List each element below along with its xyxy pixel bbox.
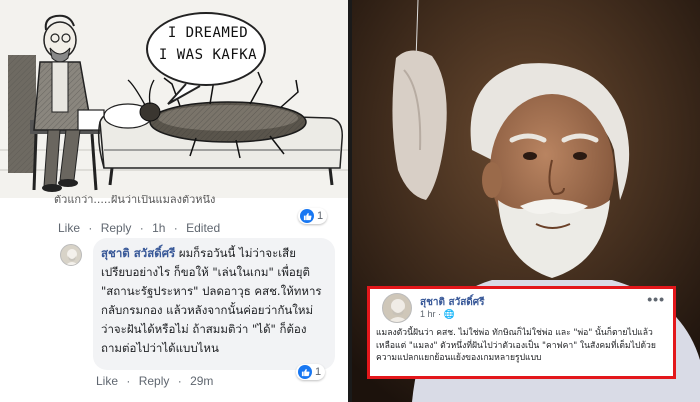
timestamp[interactable]: 29m <box>190 374 213 388</box>
post-timestamp[interactable]: 1 hr · 🌐 <box>420 309 455 320</box>
avatar[interactable] <box>382 293 412 323</box>
post-text: แมลงตัวนี้ฝันว่า คสช. ไม่ใช่พ่อ ทักษิณก็… <box>376 328 656 363</box>
reaction-count: 1 <box>317 210 324 222</box>
thumbs-up-icon <box>298 365 312 379</box>
comment-2-reaction-badge[interactable]: 1 <box>296 364 326 380</box>
kafka-cartoon: I DREAMED I WAS KAFKA <box>0 0 348 198</box>
edited-label[interactable]: Edited <box>186 221 220 235</box>
comment-1-actions: Like · Reply · 1h · Edited <box>58 221 221 235</box>
comment-author[interactable]: สุชาติ สวัสดิ์ศรี <box>101 246 175 260</box>
speech-line-1: I DREAMED <box>167 25 249 41</box>
more-options-icon[interactable]: ••• <box>647 291 665 307</box>
thumbs-up-icon <box>300 209 314 223</box>
left-panel: I DREAMED I WAS KAFKA ตัวแกว่า.....ฝันว่… <box>0 0 348 402</box>
reply-link[interactable]: Reply <box>139 374 170 388</box>
speech-bubble-text: I DREAMED I WAS KAFKA <box>158 22 258 66</box>
timestamp[interactable]: 1h <box>152 221 165 235</box>
avatar[interactable] <box>60 244 82 266</box>
reply-link[interactable]: Reply <box>101 221 132 235</box>
clipped-comment-text: ตัวแกว่า.....ฝันว่าเป็นแมลงตัวหนึ่ง <box>54 195 216 205</box>
like-link[interactable]: Like <box>96 374 118 388</box>
reaction-count: 1 <box>315 366 322 378</box>
comment-2-body: สุชาติ สวัสดิ์ศรี ผมก็รอวันนี้ ไม่ว่าจะเ… <box>101 244 325 358</box>
speech-line-2: I WAS KAFKA <box>158 47 258 63</box>
comment-1-reaction-badge[interactable]: 1 <box>298 208 328 224</box>
like-link[interactable]: Like <box>58 221 80 235</box>
comment-2-bubble: สุชาติ สวัสดิ์ศรี ผมก็รอวันนี้ ไม่ว่าจะเ… <box>93 238 335 370</box>
comment-2-actions: Like · Reply · 29m <box>96 374 214 388</box>
comment-text: ผมก็รอวันนี้ ไม่ว่าจะเสียเปรียบอย่างไร ก… <box>101 246 322 355</box>
post-author[interactable]: สุชาติ สวัสดิ์ศรี <box>420 295 485 310</box>
highlighted-facebook-post: สุชาติ สวัสดิ์ศรี 1 hr · 🌐 ••• แมลงตัวนี… <box>367 286 676 379</box>
